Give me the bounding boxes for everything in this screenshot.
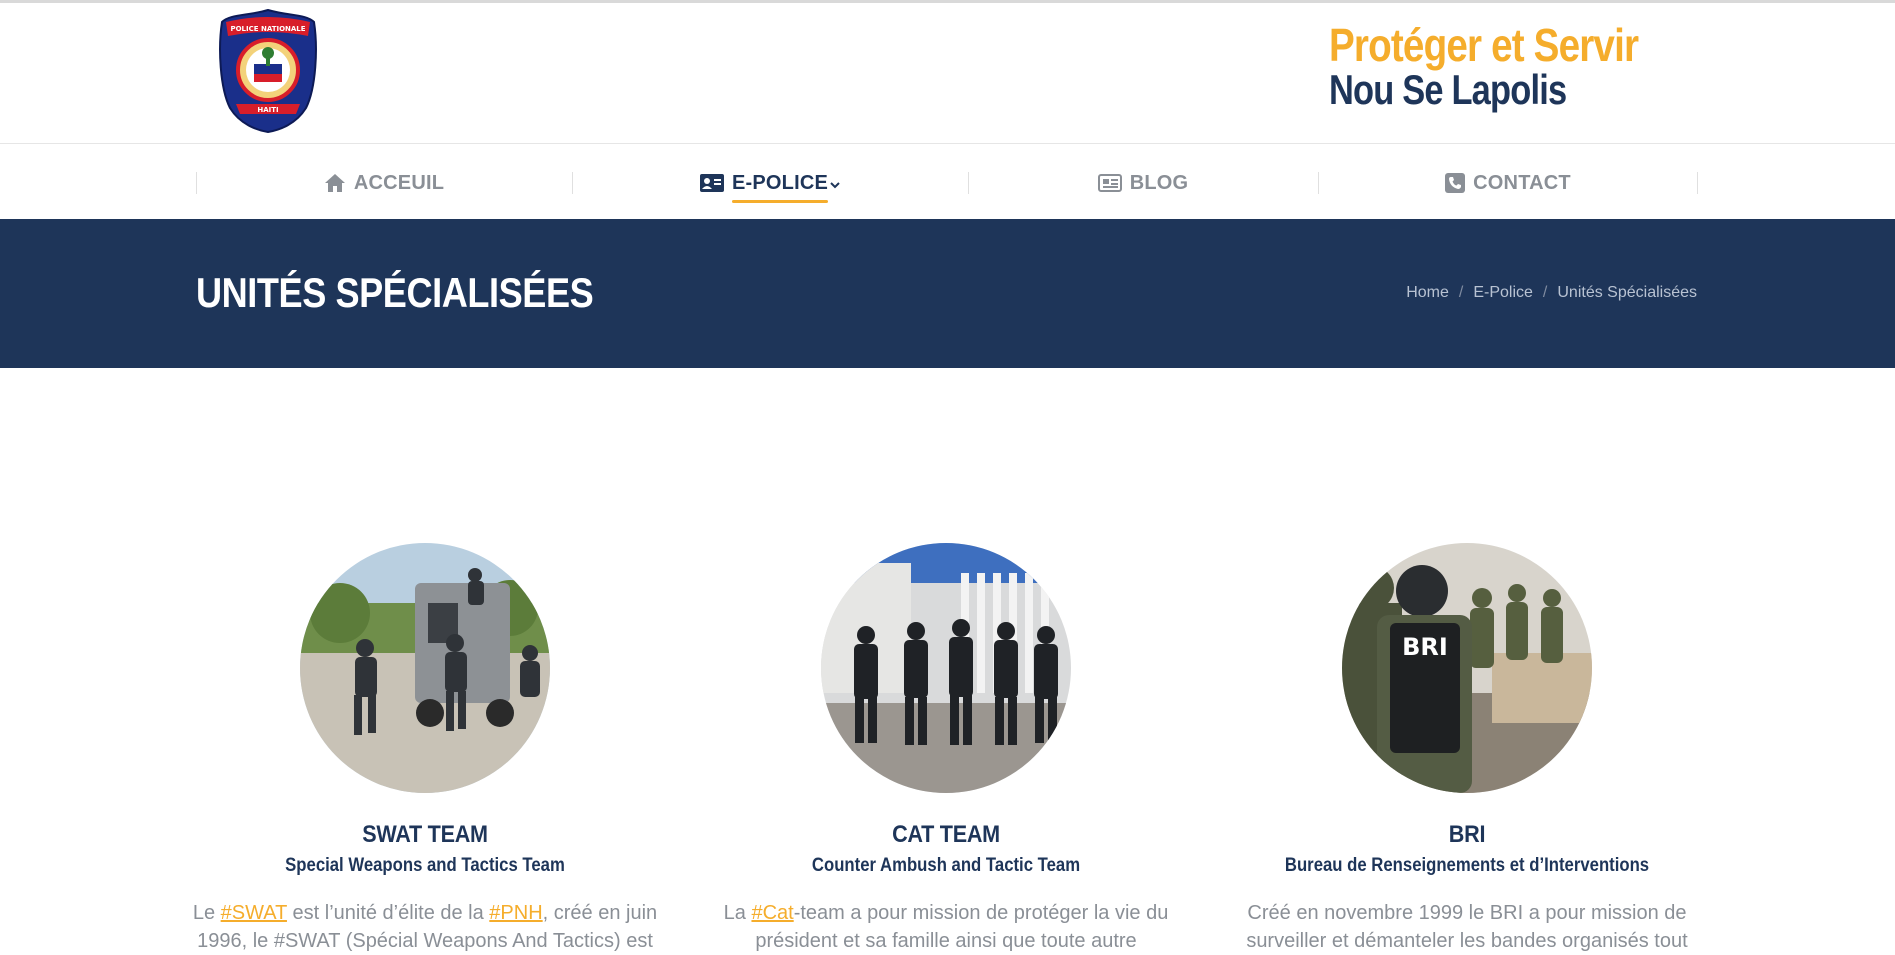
nav-separator [1697,172,1698,194]
svg-text:BRI: BRI [1402,633,1448,661]
site-tagline: Protéger et Servir Nou Se Lapolis [1329,21,1697,111]
breadcrumb-home[interactable]: Home [1406,284,1449,302]
unit-name: CAT TEAM [892,821,1000,848]
nav-label: E-POLICE [731,171,829,203]
unit-card-bri: BRI BRI Bureau de Renseignements et d’In… [1207,543,1727,955]
nav-label: BLOG [1129,171,1189,194]
unit-name: BRI [1448,821,1486,848]
breadcrumb-separator: / [1458,284,1464,301]
cat-team-photo[interactable] [821,543,1071,793]
page-title-band: UNITÉS SPÉCIALISÉES Home / E-Police / Un… [0,219,1895,368]
unit-subtitle: Counter Ambush and Tactic Team [811,855,1081,876]
unit-name: SWAT TEAM [362,821,488,848]
hashtag-link[interactable]: #PNH [489,902,542,924]
swat-team-photo[interactable] [300,543,550,793]
tagline-line-1: Protéger et Servir [1328,19,1639,71]
phone-square-icon [1445,173,1466,193]
unit-subtitle: Special Weapons and Tactics Team [285,855,565,876]
page-title: UNITÉS SPÉCIALISÉES [196,269,594,316]
nav-item-e-police[interactable]: E-POLICE [572,144,968,222]
home-icon [324,173,346,193]
hashtag-link[interactable]: #Cat [751,902,793,924]
nav-item-contact[interactable]: CONTACT [1318,144,1698,222]
unit-card-swat: SWAT TEAM Special Weapons and Tactics Te… [165,543,685,955]
nav-item-acceuil[interactable]: ACCEUIL [196,144,572,222]
breadcrumb-separator: / [1542,284,1548,301]
logo-text-bottom: HAITI [257,106,278,114]
pnh-logo[interactable]: POLICE NATIONALE HAITI [218,8,318,134]
unit-subtitle: Bureau de Renseignements et d’Interventi… [1284,855,1650,876]
breadcrumb-current: Unités Spécialisées [1557,284,1697,301]
logo-text-top: POLICE NATIONALE [230,25,305,33]
unit-card-cat: CAT TEAM Counter Ambush and Tactic Team … [686,543,1206,955]
nav-item-blog[interactable]: BLOG [968,144,1318,222]
breadcrumb: Home / E-Police / Unités Spécialisées [1406,284,1697,302]
id-card-icon [699,174,724,192]
tagline-line-2: Nou Se Lapolis [1328,66,1567,113]
unit-description: La #Cat-team a pour mission de protéger … [723,902,1169,952]
unit-description: Créé en novembre 1999 le BRI a pour miss… [1246,902,1688,952]
newspaper-icon [1097,174,1122,192]
main-nav: ACCEUIL E-POLICE BLOG CONTACT [0,143,1895,222]
nav-label: CONTACT [1473,171,1571,194]
bri-photo[interactable]: BRI [1342,543,1592,793]
breadcrumb-e-police[interactable]: E-Police [1473,284,1533,302]
unit-description: Le #SWAT est l’unité d’élite de la #PNH,… [192,902,658,952]
nav-label: ACCEUIL [353,171,445,194]
site-header: POLICE NATIONALE HAITI Protéger et Servi… [0,3,1895,143]
chevron-down-icon [830,172,840,195]
hashtag-link[interactable]: #SWAT [221,902,287,924]
